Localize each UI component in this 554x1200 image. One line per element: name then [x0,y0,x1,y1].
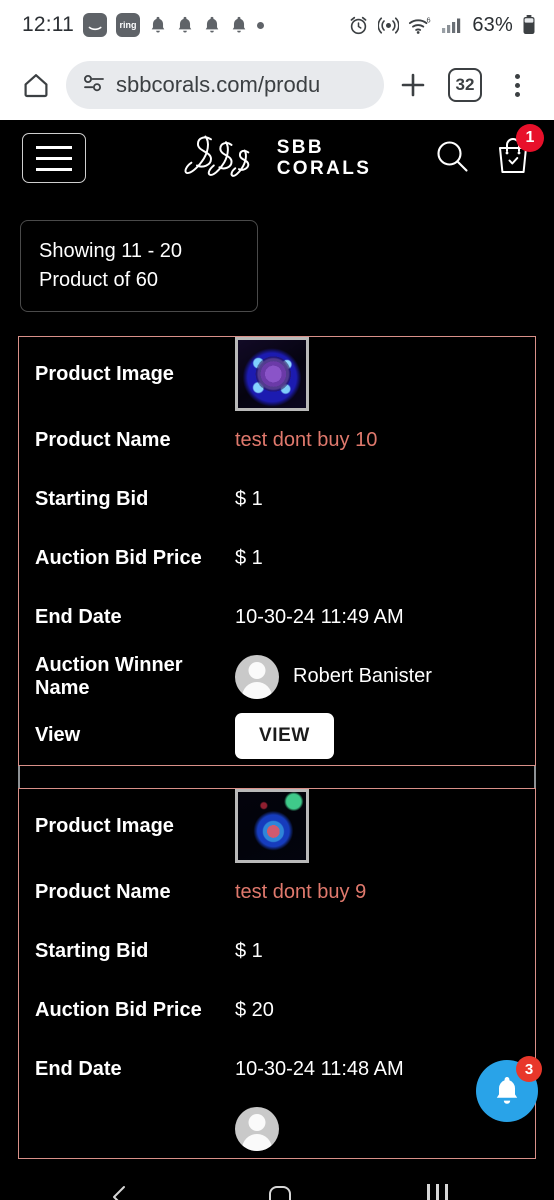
product-name-row: Product Name test dont buy 9 [19,863,535,922]
row-label: Starting Bid [35,940,149,962]
hamburger-icon[interactable] [22,133,86,183]
bell-icon [176,15,194,35]
row-label: Auction Winner Name [35,653,183,699]
site-header: SBB CORALS 1 [0,120,554,196]
recents-icon[interactable] [427,1184,449,1200]
battery-icon [522,14,536,36]
product-image-row: Product Image [19,337,535,411]
row-value: Robert Banister [235,654,432,699]
cart-badge: 1 [516,123,544,152]
row-label: Product Name [35,881,171,903]
amazon-icon [83,13,107,37]
browser-toolbar: sbbcorals.com/produ 32 [0,50,554,120]
showing-range: Showing 11 - 20 [39,240,183,262]
row-value [235,1106,279,1151]
starting-bid-row: Starting Bid $ 1 [19,922,535,981]
starting-bid-row: Starting Bid $ 1 [19,470,535,529]
end-date-row: End Date 10-30-24 11:48 AM [19,1040,535,1099]
row-label: Auction Bid Price [35,547,202,569]
row-value [235,789,309,863]
auction-winner-row [19,1099,535,1158]
product-name-link[interactable]: test dont buy 10 [235,429,377,452]
row-label: View [35,724,81,746]
row-value: VIEW [235,712,334,759]
row-label: End Date [35,1058,122,1080]
phone-screen: 12:11 ring 6 63% sbbcorals.com/produ 32 … [0,0,554,1200]
row-label: Product Name [35,429,171,451]
row-label: End Date [35,606,122,628]
svg-text:6: 6 [427,15,431,24]
notification-fab[interactable]: 3 [476,1056,542,1122]
product-name-row: Product Name test dont buy 10 [19,411,535,470]
auction-bid-price-value: $ 20 [235,999,274,1021]
product-image-thumbnail[interactable] [235,337,309,411]
view-row: View VIEW [19,706,535,765]
end-date-value: 10-30-24 11:49 AM [235,606,404,628]
auction-winner-name-value: Robert Banister [293,665,432,687]
brand-line-2: CORALS [276,158,372,179]
more-notifications-icon [257,21,264,29]
starting-bid-value: $ 1 [235,488,263,510]
site-settings-icon[interactable] [82,73,106,98]
brand-logo: SBB CORALS [162,131,392,185]
bell-icon [230,15,248,35]
hotspot-icon [378,15,400,36]
card-separator [18,766,536,788]
product-card: Product Image Product Name test dont buy… [18,336,536,766]
battery-percent-label: 63% [472,13,513,36]
brand-line-1: SBB [276,136,325,158]
tab-counter-button[interactable]: 32 [448,68,482,102]
ring-icon: ring [116,13,140,37]
android-status-bar: 12:11 ring 6 63% [0,0,554,50]
row-value [235,337,309,411]
three-dot-menu-icon[interactable] [496,63,538,107]
avatar [235,1106,279,1151]
sbb-monogram-icon [184,135,250,177]
auction-bid-price-row: Auction Bid Price $ 20 [19,981,535,1040]
search-icon[interactable] [432,136,472,181]
row-label: Starting Bid [35,488,149,510]
end-date-value: 10-30-24 11:48 AM [235,1058,404,1080]
header-actions: 1 [432,123,544,181]
bell-icon [149,15,167,35]
back-icon[interactable] [106,1183,134,1200]
url-bar[interactable]: sbbcorals.com/produ [66,61,384,109]
showing-count-box: Showing 11 - 20 Product of 60 [20,220,258,312]
view-button[interactable]: VIEW [235,712,334,759]
product-image-row: Product Image [19,789,535,863]
signal-icon [441,16,463,34]
plus-icon[interactable] [392,63,434,107]
auction-bid-price-row: Auction Bid Price $ 1 [19,529,535,588]
cart-button[interactable]: 1 [494,123,544,181]
wifi-icon: 6 [408,15,432,36]
auction-bid-price-value: $ 1 [235,547,263,569]
bell-icon [203,15,221,35]
product-card: Product Image Product Name test dont buy… [18,788,536,1159]
end-date-row: End Date 10-30-24 11:49 AM [19,588,535,647]
android-nav-bar [0,1160,554,1200]
bell-icon [496,1077,518,1104]
starting-bid-value: $ 1 [235,940,263,962]
product-name-link[interactable]: test dont buy 9 [235,881,366,904]
url-text[interactable]: sbbcorals.com/produ [116,72,368,98]
auction-winner-row: Auction Winner Name Robert Banister [19,647,535,706]
showing-total: Product of 60 [39,269,158,291]
page-content: Showing 11 - 20 Product of 60 Product Im… [0,196,554,1160]
product-image-thumbnail[interactable] [235,789,309,863]
status-bar-right: 6 63% [348,14,536,37]
home-icon[interactable] [14,63,58,107]
status-bar-clock: 12:11 [22,13,74,36]
row-label: Auction Bid Price [35,999,202,1021]
status-bar-left: 12:11 ring [22,13,264,37]
row-label: Product Image [35,362,174,385]
brand-text: SBB CORALS [277,137,372,180]
notification-badge: 3 [516,1056,542,1082]
avatar [235,654,279,699]
row-label: Product Image [35,814,174,837]
alarm-icon [348,15,369,36]
home-icon[interactable] [265,1182,295,1200]
